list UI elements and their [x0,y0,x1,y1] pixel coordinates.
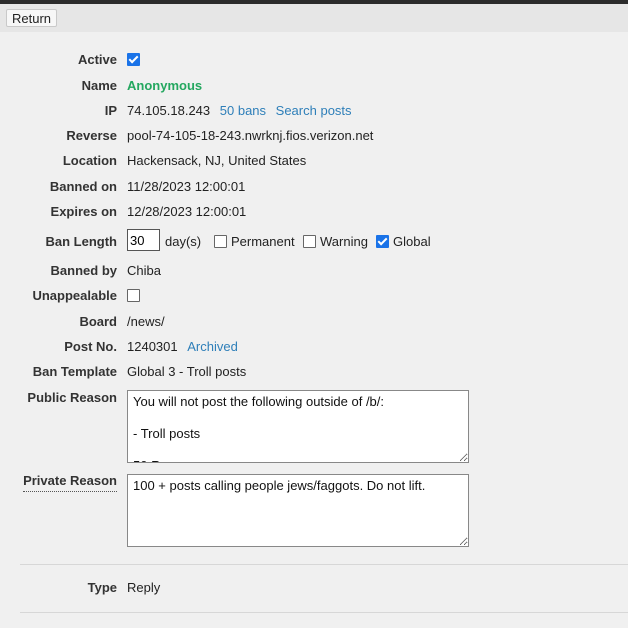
ban-template-value: Global 3 - Troll posts [127,364,247,379]
location-row: Location Hackensack, NJ, United States [0,151,628,171]
public-reason-textarea[interactable] [127,390,469,463]
ban-length-unit: day(s) [165,234,202,249]
name-value: Anonymous [127,78,203,93]
bottom-divider [20,612,628,613]
type-value: Reply [127,580,161,595]
warning-option[interactable]: Warning [303,232,368,252]
ban-length-row: Ban Length day(s) Permanent Warning Glob… [0,229,628,252]
banned-by-row: Banned by Chiba [0,261,628,281]
type-label: Type [87,580,117,595]
global-checkbox[interactable] [376,235,389,249]
location-value: Hackensack, NJ, United States [127,153,307,168]
post-no-row: Post No. 1240301 Archived [0,337,628,357]
active-row: Active [0,50,628,70]
archived-link[interactable]: Archived [187,339,238,354]
ip-row: IP 74.105.18.243 50 bans Search posts [0,101,628,121]
bans-link[interactable]: 50 bans [220,103,266,118]
ban-template-row: Ban Template Global 3 - Troll posts [0,362,628,382]
ip-value: 74.105.18.243 [127,103,211,118]
unappealable-label: Unappealable [32,288,117,303]
banned-on-row: Banned on 11/28/2023 12:00:01 [0,177,628,197]
global-label: Global [393,234,431,249]
section-divider [20,564,628,565]
global-option[interactable]: Global [376,232,431,252]
expires-on-value: 12/28/2023 12:00:01 [127,204,247,219]
warning-checkbox[interactable] [303,235,316,249]
post-no-value: 1240301 [127,339,178,354]
name-row: Name Anonymous [0,76,628,96]
name-label: Name [81,78,117,93]
return-button[interactable]: Return [6,9,58,27]
banned-on-value: 11/28/2023 12:00:01 [127,179,246,194]
active-label: Active [77,52,117,67]
private-reason-label: Private Reason [23,471,117,492]
banned-by-label: Banned by [50,263,117,278]
board-label: Board [79,314,117,329]
ban-template-label: Ban Template [32,364,117,379]
warning-label: Warning [320,234,368,249]
expires-on-label: Expires on [50,204,117,219]
post-no-label: Post No. [64,339,117,354]
permanent-option[interactable]: Permanent [214,232,295,252]
ip-label: IP [104,103,117,118]
type-row: Type Reply [0,578,628,598]
expires-on-row: Expires on 12/28/2023 12:00:01 [0,202,628,222]
return-bar: Return [0,4,628,32]
reverse-value: pool-74-105-18-243.nwrknj.fios.verizon.n… [127,128,374,143]
unappealable-row: Unappealable [0,286,628,306]
location-label: Location [62,153,117,168]
permanent-label: Permanent [231,234,295,249]
board-row: Board /news/ [0,312,628,332]
reverse-label: Reverse [66,128,117,143]
active-checkbox[interactable] [127,53,140,67]
search-posts-link[interactable]: Search posts [276,103,352,118]
board-value: /news/ [127,314,165,329]
reverse-row: Reverse pool-74-105-18-243.nwrknj.fios.v… [0,126,628,146]
unappealable-checkbox[interactable] [127,289,140,303]
ban-length-input[interactable] [127,229,160,251]
banned-on-label: Banned on [49,179,117,194]
permanent-checkbox[interactable] [214,235,227,249]
ban-length-label: Ban Length [45,234,118,249]
public-reason-label: Public Reason [27,390,117,405]
banned-by-value: Chiba [127,263,161,278]
private-reason-textarea[interactable] [127,474,469,547]
